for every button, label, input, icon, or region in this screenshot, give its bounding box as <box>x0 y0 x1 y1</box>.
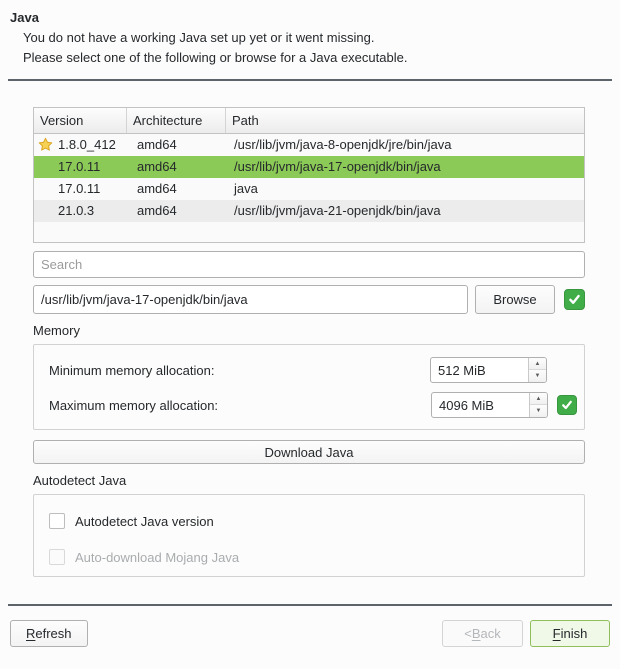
cell-path: java <box>226 178 584 200</box>
java-path-row: Browse <box>33 285 585 314</box>
memory-group-box: Minimum memory allocation: ▲ ▼ Maximum m… <box>33 344 585 430</box>
finish-label-rest: inish <box>561 626 588 641</box>
min-memory-label: Minimum memory allocation: <box>49 363 430 378</box>
cell-path: /usr/lib/jvm/java-8-openjdk/jre/bin/java <box>226 134 584 156</box>
header-divider <box>8 79 612 81</box>
subtitle-line-1: You do not have a working Java set up ye… <box>23 29 620 46</box>
footer-divider <box>8 604 612 606</box>
cell-version: 21.0.3 <box>34 200 127 222</box>
table-row[interactable]: 1.8.0_412 amd64 /usr/lib/jvm/java-8-open… <box>34 134 584 156</box>
auto-download-mojang-row: Auto-download Mojang Java <box>49 548 584 566</box>
max-memory-spinbox[interactable]: ▲ ▼ <box>431 392 548 418</box>
browse-button[interactable]: Browse <box>475 285 555 314</box>
java-version-table: Version Architecture Path 1.8.0_412 amd6… <box>33 107 585 243</box>
version-text: 17.0.11 <box>58 181 100 196</box>
checkmark-icon <box>568 293 581 306</box>
back-label-rest: ack <box>481 626 501 641</box>
column-header-architecture[interactable]: Architecture <box>127 108 226 133</box>
cell-architecture: amd64 <box>127 134 226 156</box>
version-text: 21.0.3 <box>58 203 94 218</box>
java-path-input[interactable] <box>33 285 468 314</box>
spin-down-icon[interactable]: ▼ <box>529 370 546 382</box>
download-java-button[interactable]: Download Java <box>33 440 585 464</box>
cell-path: /usr/lib/jvm/java-17-openjdk/bin/java <box>226 156 584 178</box>
refresh-button[interactable]: Refresh <box>10 620 88 647</box>
back-prefix: < <box>464 626 472 641</box>
max-memory-value[interactable] <box>432 393 529 417</box>
subtitle-line-2: Please select one of the following or br… <box>23 49 620 66</box>
cell-path: /usr/lib/jvm/java-21-openjdk/bin/java <box>226 200 584 222</box>
back-mnemonic: B <box>472 626 481 641</box>
max-memory-row: Maximum memory allocation: ▲ ▼ <box>49 392 577 418</box>
cell-architecture: amd64 <box>127 200 226 222</box>
table-header-row: Version Architecture Path <box>34 108 584 134</box>
autodetect-version-checkbox[interactable] <box>49 513 65 529</box>
java-path-valid-checkbox[interactable] <box>564 289 585 310</box>
auto-download-mojang-checkbox[interactable] <box>49 549 65 565</box>
spin-arrows: ▲ ▼ <box>528 358 546 382</box>
version-text: 17.0.11 <box>58 159 100 174</box>
cell-architecture: amd64 <box>127 156 226 178</box>
spin-up-icon[interactable]: ▲ <box>530 393 547 405</box>
min-memory-spinbox[interactable]: ▲ ▼ <box>430 357 547 383</box>
autodetect-version-label: Autodetect Java version <box>75 514 214 529</box>
table-row-selected[interactable]: 17.0.11 amd64 /usr/lib/jvm/java-17-openj… <box>34 156 584 178</box>
finish-mnemonic: F <box>553 626 561 641</box>
min-memory-value[interactable] <box>431 358 528 382</box>
autodetect-group-box: Autodetect Java version Auto-download Mo… <box>33 494 585 577</box>
min-memory-row: Minimum memory allocation: ▲ ▼ <box>49 357 577 383</box>
search-input[interactable] <box>33 251 585 278</box>
version-text: 1.8.0_412 <box>58 137 116 152</box>
page-title: Java <box>10 9 620 26</box>
cell-version: 17.0.11 <box>34 178 127 200</box>
refresh-mnemonic: R <box>26 626 35 641</box>
checkmark-icon <box>561 399 573 411</box>
cell-version: 1.8.0_412 <box>34 134 127 156</box>
star-icon <box>38 137 53 156</box>
max-memory-label: Maximum memory allocation: <box>49 398 431 413</box>
cell-architecture: amd64 <box>127 178 226 200</box>
spin-arrows: ▲ ▼ <box>529 393 547 417</box>
autodetect-version-row: Autodetect Java version <box>49 512 584 530</box>
table-row[interactable]: 17.0.11 amd64 java <box>34 178 584 200</box>
column-header-version[interactable]: Version <box>34 108 127 133</box>
finish-button[interactable]: Finish <box>530 620 610 647</box>
auto-download-mojang-label: Auto-download Mojang Java <box>75 550 239 565</box>
spin-up-icon[interactable]: ▲ <box>529 358 546 370</box>
back-button[interactable]: < Back <box>442 620 523 647</box>
wizard-footer: Refresh < Back Finish <box>10 620 610 647</box>
cell-version: 17.0.11 <box>34 156 127 178</box>
refresh-label-rest: efresh <box>35 626 71 641</box>
wizard-content: Version Architecture Path 1.8.0_412 amd6… <box>33 107 585 577</box>
table-row[interactable]: 21.0.3 amd64 /usr/lib/jvm/java-21-openjd… <box>34 200 584 222</box>
column-header-path[interactable]: Path <box>226 108 584 133</box>
spin-down-icon[interactable]: ▼ <box>530 405 547 417</box>
autodetect-group-label: Autodetect Java <box>33 473 585 489</box>
memory-group-label: Memory <box>33 323 585 339</box>
max-memory-valid-checkbox[interactable] <box>557 395 577 415</box>
